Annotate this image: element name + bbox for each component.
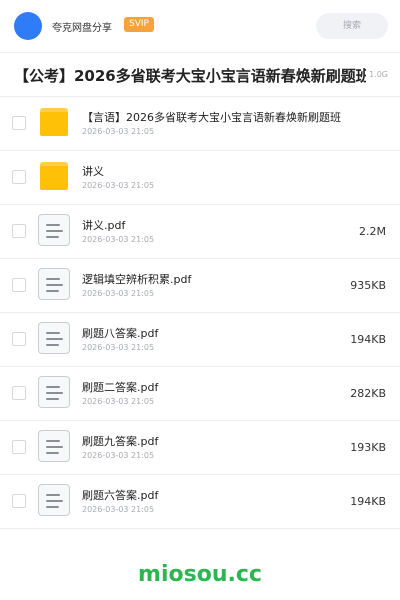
document-icon — [38, 430, 70, 462]
file-name: 刷题九答案.pdf — [82, 435, 159, 448]
file-row[interactable]: 刷题二答案.pdf 2026-03-03 21:05 282KB — [0, 367, 400, 421]
file-date: 2026-03-03 21:05 — [82, 127, 155, 136]
file-size: 193KB — [350, 441, 386, 454]
svip-badge: SVIP — [124, 17, 154, 32]
share-title-bar: 【公考】2026多省联考大宝小宝言语新春焕新刷题班 1.0G — [0, 53, 400, 96]
file-name: 逻辑填空辨析积累.pdf — [82, 273, 192, 286]
document-icon — [38, 376, 70, 408]
folder-icon — [38, 160, 70, 192]
document-icon — [38, 268, 70, 300]
file-row[interactable]: 刷题九答案.pdf 2026-03-03 21:05 193KB — [0, 421, 400, 475]
page-title: 【公考】2026多省联考大宝小宝言语新春焕新刷题班 — [14, 67, 366, 85]
file-checkbox[interactable] — [12, 116, 26, 130]
file-list: 【言语】2026多省联考大宝小宝言语新春焕新刷题班 2026-03-03 21:0… — [0, 97, 400, 529]
document-icon — [38, 322, 70, 354]
file-size: 282KB — [350, 387, 386, 400]
file-date: 2026-03-03 21:05 — [82, 451, 155, 460]
file-row[interactable]: 逻辑填空辨析积累.pdf 2026-03-03 21:05 935KB — [0, 259, 400, 313]
avatar[interactable] — [14, 12, 42, 40]
top-bar: 夸克网盘分享 SVIP 搜索 — [0, 0, 400, 52]
file-row[interactable]: 【言语】2026多省联考大宝小宝言语新春焕新刷题班 2026-03-03 21:0… — [0, 97, 400, 151]
file-date: 2026-03-03 21:05 — [82, 235, 155, 244]
file-checkbox[interactable] — [12, 440, 26, 454]
file-row[interactable]: 讲义 2026-03-03 21:05 — [0, 151, 400, 205]
file-name: 【言语】2026多省联考大宝小宝言语新春焕新刷题班 — [82, 111, 341, 124]
file-size: 194KB — [350, 333, 386, 346]
folder-icon — [38, 106, 70, 138]
file-date: 2026-03-03 21:05 — [82, 181, 155, 190]
file-size: 2.2M — [359, 225, 386, 238]
file-date: 2026-03-03 21:05 — [82, 289, 155, 298]
document-icon — [38, 484, 70, 516]
file-checkbox[interactable] — [12, 386, 26, 400]
file-row[interactable]: 讲义.pdf 2026-03-03 21:05 2.2M — [0, 205, 400, 259]
file-name: 讲义 — [82, 165, 104, 178]
file-checkbox[interactable] — [12, 170, 26, 184]
file-name: 刷题八答案.pdf — [82, 327, 159, 340]
file-size: 935KB — [350, 279, 386, 292]
file-name: 刷题六答案.pdf — [82, 489, 159, 502]
file-size: 194KB — [350, 495, 386, 508]
file-date: 2026-03-03 21:05 — [82, 397, 155, 406]
file-date: 2026-03-03 21:05 — [82, 505, 155, 514]
total-size: 1.0G — [369, 70, 388, 79]
username: 夸克网盘分享 — [52, 23, 112, 34]
search-button[interactable]: 搜索 — [316, 13, 388, 39]
file-row[interactable]: 刷题八答案.pdf 2026-03-03 21:05 194KB — [0, 313, 400, 367]
document-icon — [38, 214, 70, 246]
watermark: miosou.cc — [138, 562, 262, 587]
file-name: 讲义.pdf — [82, 219, 126, 232]
file-checkbox[interactable] — [12, 278, 26, 292]
file-checkbox[interactable] — [12, 494, 26, 508]
file-date: 2026-03-03 21:05 — [82, 343, 155, 352]
file-row[interactable]: 刷题六答案.pdf 2026-03-03 21:05 194KB — [0, 475, 400, 529]
file-checkbox[interactable] — [12, 224, 26, 238]
file-name: 刷题二答案.pdf — [82, 381, 159, 394]
file-checkbox[interactable] — [12, 332, 26, 346]
